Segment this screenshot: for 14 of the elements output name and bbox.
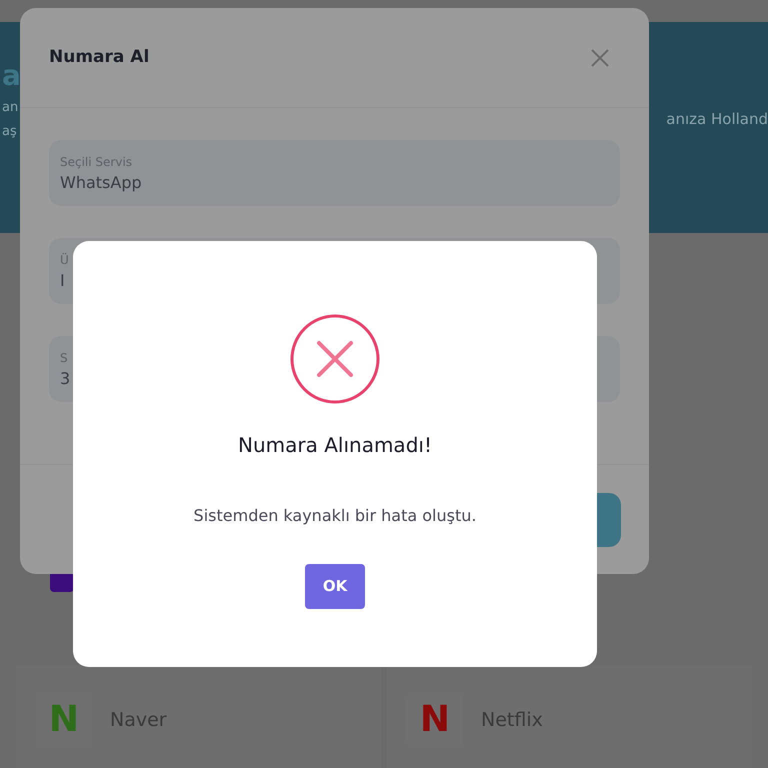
service-logo: N xyxy=(420,698,450,742)
close-icon[interactable] xyxy=(590,48,610,68)
field-value: I xyxy=(60,271,66,291)
alert-message: Sistemden kaynaklı bir hata oluştu. xyxy=(194,505,476,527)
alert-title: Numara Alınamadı! xyxy=(238,432,432,459)
ok-button[interactable]: OK xyxy=(305,564,365,609)
modal-title: Numara Al xyxy=(49,46,150,69)
banner-text: aş xyxy=(2,122,18,140)
banner-text: anıza Holland xyxy=(666,109,768,130)
banner-text: an xyxy=(2,99,20,117)
field-value: 3 xyxy=(60,369,72,389)
service-logo: N xyxy=(48,698,80,742)
field-value: WhatsApp xyxy=(60,173,143,193)
error-icon xyxy=(290,314,380,404)
